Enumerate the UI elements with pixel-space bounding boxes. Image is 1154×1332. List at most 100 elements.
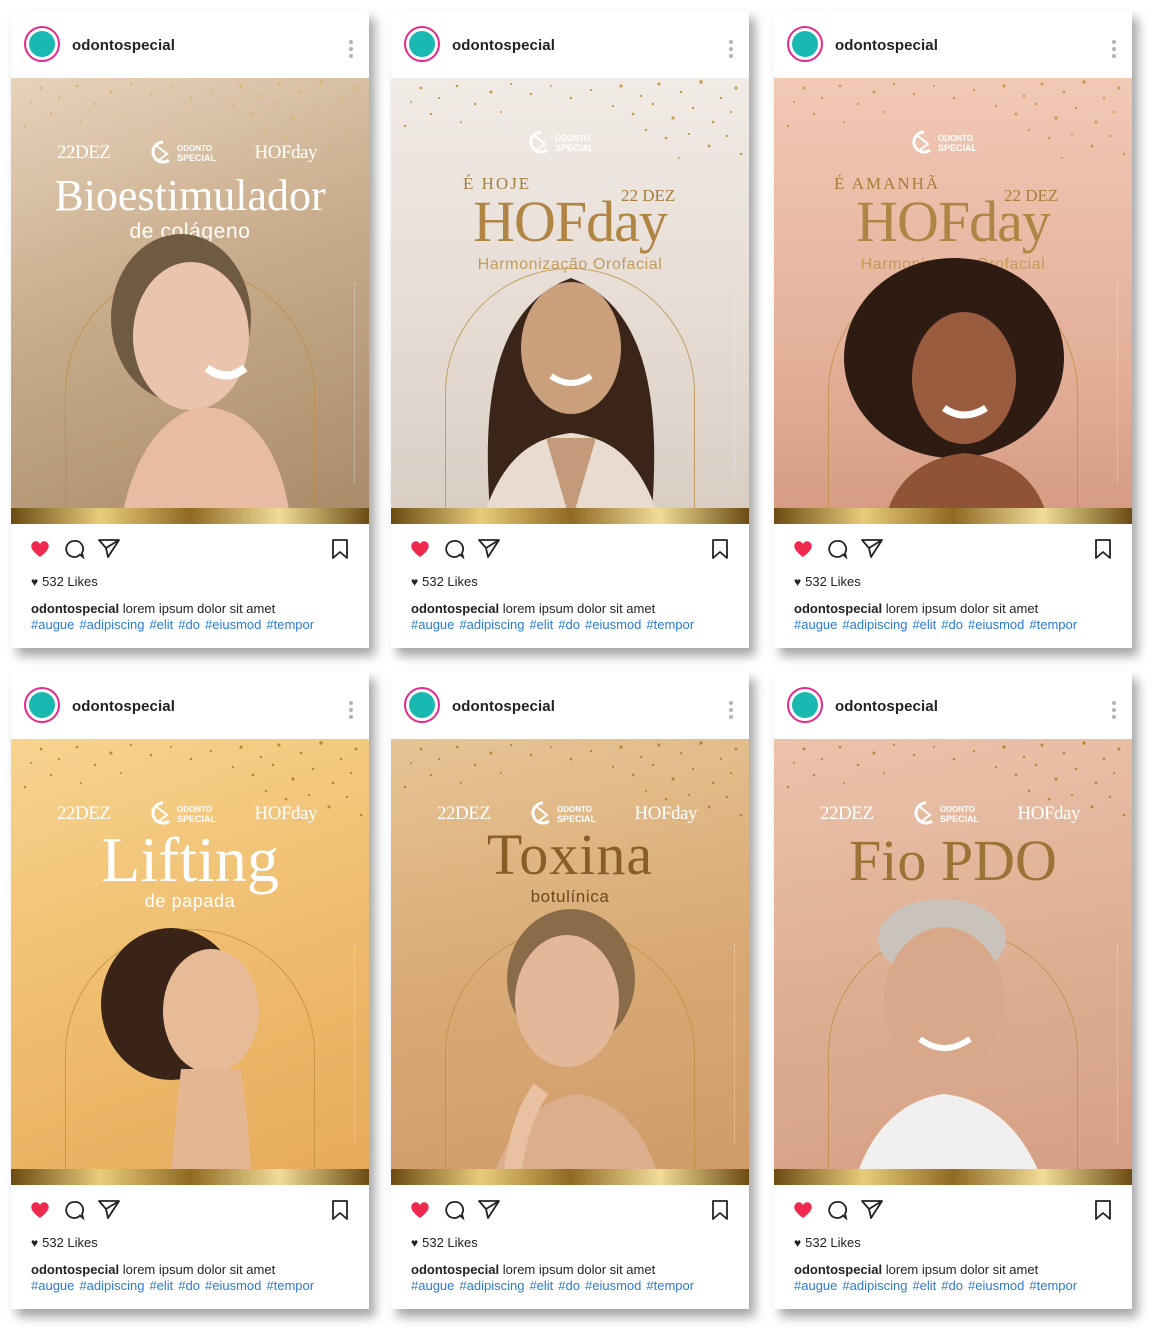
- hashtag[interactable]: #adipiscing: [79, 617, 144, 632]
- bookmark-icon[interactable]: [1094, 1199, 1112, 1221]
- username[interactable]: odontospecial: [835, 698, 938, 715]
- username[interactable]: odontospecial: [72, 37, 175, 54]
- hashtag[interactable]: #tempor: [646, 617, 694, 632]
- hashtag[interactable]: #tempor: [1029, 617, 1077, 632]
- hashtag[interactable]: #elit: [912, 1278, 936, 1293]
- avatar[interactable]: [787, 26, 823, 62]
- heart-icon[interactable]: [792, 1199, 814, 1219]
- share-icon[interactable]: [477, 1198, 501, 1220]
- heart-icon[interactable]: [29, 1199, 51, 1219]
- post-image[interactable]: 22DEZ ODONTO SPECIAL HOFday Toxina botul…: [391, 739, 749, 1185]
- hashtag[interactable]: #elit: [149, 617, 173, 632]
- comment-icon[interactable]: [63, 538, 85, 560]
- hashtag[interactable]: #adipiscing: [79, 1278, 144, 1293]
- username[interactable]: odontospecial: [835, 37, 938, 54]
- heart-icon[interactable]: [409, 538, 431, 558]
- more-options-icon[interactable]: [349, 701, 353, 719]
- hashtag[interactable]: #do: [941, 1278, 963, 1293]
- likes-count[interactable]: ♥ 532 Likes: [794, 574, 861, 589]
- more-options-icon[interactable]: [1112, 701, 1116, 719]
- share-icon[interactable]: [97, 537, 121, 559]
- caption-username[interactable]: odontospecial: [31, 601, 119, 616]
- more-options-icon[interactable]: [349, 40, 353, 58]
- likes-count[interactable]: ♥ 532 Likes: [31, 1235, 98, 1250]
- post-image[interactable]: 22DEZ ODONTO SPECIAL HOFday Bioestimulad…: [11, 78, 369, 524]
- hashtag[interactable]: #eiusmod: [585, 617, 641, 632]
- share-icon[interactable]: [860, 537, 884, 559]
- avatar[interactable]: [404, 26, 440, 62]
- hashtag[interactable]: #elit: [912, 617, 936, 632]
- hashtag[interactable]: #tempor: [1029, 1278, 1077, 1293]
- username[interactable]: odontospecial: [452, 698, 555, 715]
- more-options-icon[interactable]: [729, 701, 733, 719]
- hashtag[interactable]: #tempor: [646, 1278, 694, 1293]
- hashtag[interactable]: #augue: [411, 1278, 454, 1293]
- likes-count[interactable]: ♥ 532 Likes: [411, 574, 478, 589]
- hashtag[interactable]: #adipiscing: [459, 1278, 524, 1293]
- username[interactable]: odontospecial: [72, 698, 175, 715]
- share-icon[interactable]: [860, 1198, 884, 1220]
- likes-count[interactable]: ♥ 532 Likes: [31, 574, 98, 589]
- bookmark-icon[interactable]: [331, 538, 349, 560]
- avatar[interactable]: [404, 687, 440, 723]
- caption-username[interactable]: odontospecial: [794, 601, 882, 616]
- more-options-icon[interactable]: [1112, 40, 1116, 58]
- bookmark-icon[interactable]: [331, 1199, 349, 1221]
- post-image[interactable]: ODONTO SPECIAL É HOJE 22 DEZ HOFday Harm…: [391, 78, 749, 524]
- post-image[interactable]: 22DEZ ODONTO SPECIAL HOFday Fio PDO: [774, 739, 1132, 1185]
- caption-username[interactable]: odontospecial: [411, 1262, 499, 1277]
- hashtag[interactable]: #eiusmod: [968, 617, 1024, 632]
- username[interactable]: odontospecial: [452, 37, 555, 54]
- hashtag[interactable]: #eiusmod: [968, 1278, 1024, 1293]
- post-image[interactable]: 22DEZ ODONTO SPECIAL HOFday Lifting de p…: [11, 739, 369, 1185]
- more-options-icon[interactable]: [729, 40, 733, 58]
- bookmark-icon[interactable]: [711, 1199, 729, 1221]
- avatar[interactable]: [24, 687, 60, 723]
- avatar[interactable]: [787, 687, 823, 723]
- bookmark-icon[interactable]: [1094, 538, 1112, 560]
- action-bar: [774, 524, 1132, 574]
- heart-icon[interactable]: [409, 1199, 431, 1219]
- hashtag[interactable]: #do: [558, 1278, 580, 1293]
- hashtag[interactable]: #elit: [529, 1278, 553, 1293]
- hashtag[interactable]: #augue: [794, 617, 837, 632]
- hashtag[interactable]: #tempor: [266, 1278, 314, 1293]
- share-icon[interactable]: [477, 537, 501, 559]
- comment-icon[interactable]: [443, 1199, 465, 1221]
- hashtag[interactable]: #adipiscing: [842, 1278, 907, 1293]
- hashtag[interactable]: #tempor: [266, 617, 314, 632]
- hashtag[interactable]: #eiusmod: [205, 1278, 261, 1293]
- likes-count[interactable]: ♥ 532 Likes: [411, 1235, 478, 1250]
- hashtag[interactable]: #do: [941, 617, 963, 632]
- hashtag[interactable]: #adipiscing: [842, 617, 907, 632]
- hashtag[interactable]: #elit: [529, 617, 553, 632]
- caption-username[interactable]: odontospecial: [411, 601, 499, 616]
- hashtag[interactable]: #augue: [31, 617, 74, 632]
- hashtag[interactable]: #do: [558, 617, 580, 632]
- mini-heart-icon: ♥: [794, 575, 802, 589]
- hashtag[interactable]: #augue: [31, 1278, 74, 1293]
- likes-count[interactable]: ♥ 532 Likes: [794, 1235, 861, 1250]
- bookmark-icon[interactable]: [711, 538, 729, 560]
- hashtag[interactable]: #augue: [794, 1278, 837, 1293]
- hashtag[interactable]: #eiusmod: [585, 1278, 641, 1293]
- hashtag[interactable]: #do: [178, 617, 200, 632]
- hashtag[interactable]: #augue: [411, 617, 454, 632]
- share-icon[interactable]: [97, 1198, 121, 1220]
- heart-icon[interactable]: [792, 538, 814, 558]
- comment-icon[interactable]: [63, 1199, 85, 1221]
- avatar[interactable]: [24, 26, 60, 62]
- hashtag[interactable]: #adipiscing: [459, 617, 524, 632]
- comment-icon[interactable]: [443, 538, 465, 560]
- hashtag[interactable]: #eiusmod: [205, 617, 261, 632]
- heart-icon[interactable]: [29, 538, 51, 558]
- caption-username[interactable]: odontospecial: [794, 1262, 882, 1277]
- post-image[interactable]: ODONTO SPECIAL É AMANHÃ 22 DEZ HOFday Ha…: [774, 78, 1132, 524]
- hashtags: #augue #adipiscing #elit #do #eiusmod #tempor: [411, 1278, 699, 1293]
- hashtag[interactable]: #elit: [149, 1278, 173, 1293]
- hashtag[interactable]: #do: [178, 1278, 200, 1293]
- comment-icon[interactable]: [826, 1199, 848, 1221]
- caption-username[interactable]: odontospecial: [31, 1262, 119, 1277]
- side-disclaimer: [734, 944, 743, 1144]
- comment-icon[interactable]: [826, 538, 848, 560]
